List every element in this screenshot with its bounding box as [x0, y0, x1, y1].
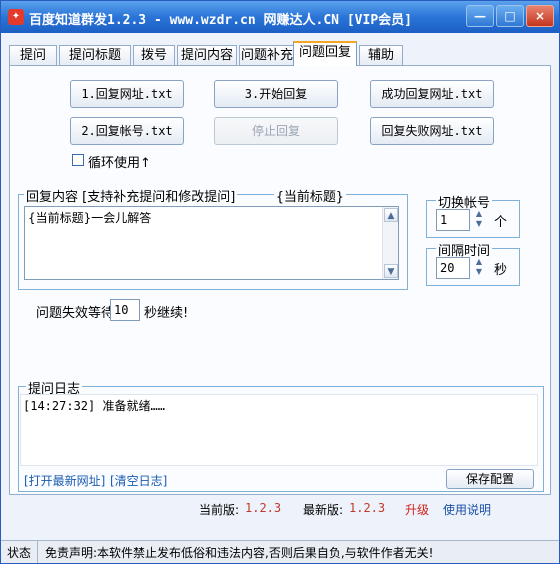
tab-ask-content[interactable]: 提问内容 [177, 45, 237, 65]
switch-account-input[interactable]: 1 [436, 209, 470, 231]
save-config-button[interactable]: 保存配置 [446, 469, 534, 489]
latest-version-label: 最新版: [303, 503, 344, 517]
switch-account-spinner[interactable]: ▲ ▼ [472, 209, 486, 231]
reply-content-text: {当前标题}一会儿解答 [28, 211, 152, 225]
clear-log-link[interactable]: [清空日志] [110, 472, 167, 489]
reply-url-button[interactable]: 1.回复网址.txt [70, 80, 184, 108]
reply-tab-page: 1.回复网址.txt 3.开始回复 成功回复网址.txt 2.回复帐号.txt … [9, 65, 551, 495]
reply-content-textarea[interactable]: {当前标题}一会儿解答 ▲ ▼ [24, 206, 399, 280]
scroll-down-icon[interactable]: ▼ [384, 264, 398, 278]
window-title: 百度知道群发1.2.3 - www.wzdr.cn 网赚达人.CN [VIP会员… [29, 13, 412, 28]
stop-reply-button[interactable]: 停止回复 [214, 117, 338, 145]
app-icon: ✦ [8, 9, 24, 25]
app-window: ✦ 百度知道群发1.2.3 - www.wzdr.cn 网赚达人.CN [VIP… [0, 0, 560, 564]
tab-ask-title[interactable]: 提问标题 [59, 45, 131, 65]
maximize-button[interactable]: □ [496, 5, 524, 27]
status-bar: 状态 免责声明:本软件禁止发布低俗和违法内容,否则后果自负,与软件作者无关! [1, 540, 559, 563]
help-link[interactable]: 使用说明 [443, 501, 491, 518]
start-reply-button[interactable]: 3.开始回复 [214, 80, 338, 108]
interval-spinner[interactable]: ▲ ▼ [472, 257, 486, 279]
tab-supplement[interactable]: 问题补充 [239, 45, 295, 65]
interval-input[interactable]: 20 [436, 257, 470, 279]
open-latest-url-link[interactable]: [打开最新网址] [24, 472, 105, 489]
current-version-value: 1.2.3 [245, 501, 282, 515]
status-divider [37, 541, 38, 563]
minimize-button[interactable]: — [466, 5, 494, 27]
upgrade-link[interactable]: 升级 [405, 501, 429, 518]
reply-content-legend-tag: {当前标题} [274, 186, 346, 205]
spin-up-icon[interactable]: ▲ [472, 209, 486, 219]
reply-account-button[interactable]: 2.回复帐号.txt [70, 117, 184, 145]
switch-account-unit: 个 [494, 215, 508, 230]
title-bar[interactable]: ✦ 百度知道群发1.2.3 - www.wzdr.cn 网赚达人.CN [VIP… [1, 1, 559, 33]
fail-url-button[interactable]: 回复失败网址.txt [370, 117, 494, 145]
current-version-label: 当前版: [199, 503, 240, 517]
log-textarea[interactable]: [14:27:32] 准备就绪…… [20, 394, 538, 466]
status-message: 免责声明:本软件禁止发布低俗和违法内容,否则后果自负,与软件作者无关! [45, 546, 434, 560]
fail-wait-prefix: 问题失效等待 [36, 306, 115, 321]
reply-content-scrollbar[interactable]: ▲ ▼ [382, 207, 398, 279]
spin-down-icon[interactable]: ▼ [472, 219, 486, 229]
tab-ask[interactable]: 提问 [9, 45, 57, 65]
scroll-up-icon[interactable]: ▲ [384, 208, 398, 222]
client-area: 提问 提问标题 拨号 提问内容 问题补充 问题回复 辅助 1.回复网址.txt … [5, 41, 555, 536]
close-button[interactable]: × [526, 5, 554, 27]
tab-dial[interactable]: 拨号 [133, 45, 175, 65]
interval-unit: 秒 [494, 263, 508, 278]
reply-content-legend: 回复内容 [支持补充提问和修改提问] [24, 186, 238, 205]
spin-up-icon[interactable]: ▲ [472, 257, 486, 267]
spin-down-icon[interactable]: ▼ [472, 267, 486, 277]
status-label: 状态 [7, 546, 32, 560]
fail-wait-suffix: 秒继续! [144, 306, 189, 321]
tab-assist[interactable]: 辅助 [359, 45, 403, 65]
log-line: [14:27:32] 准备就绪…… [23, 399, 165, 413]
loop-checkbox[interactable] [72, 154, 84, 166]
latest-version-value: 1.2.3 [349, 501, 386, 515]
success-url-button[interactable]: 成功回复网址.txt [370, 80, 494, 108]
fail-wait-input[interactable]: 10 [110, 299, 140, 321]
loop-label: 循环使用↑ [88, 156, 151, 171]
tab-reply[interactable]: 问题回复 [293, 41, 357, 66]
